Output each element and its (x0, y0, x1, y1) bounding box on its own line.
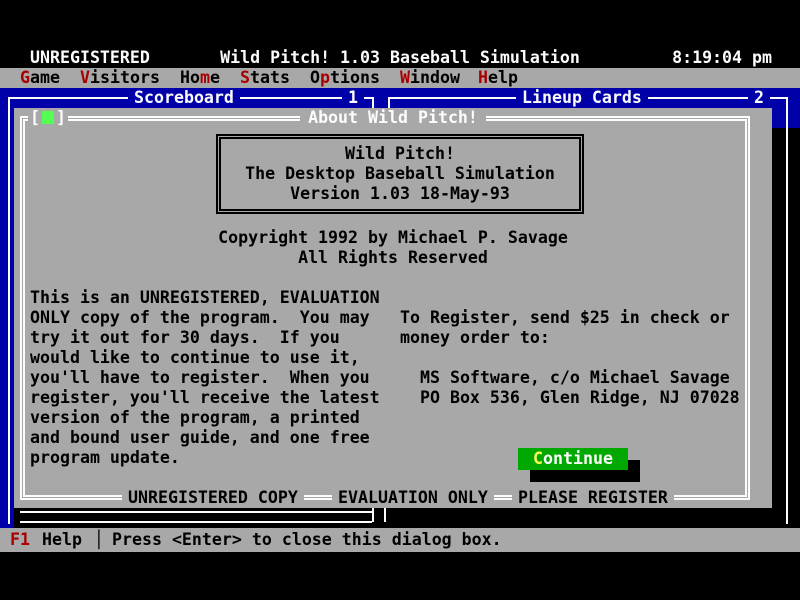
status-message: Press <Enter> to close this dialog box. (112, 528, 502, 552)
program-name: Wild Pitch! (221, 144, 579, 164)
dos-screen: UNREGISTERED Wild Pitch! 1.03 Baseball S… (0, 0, 800, 600)
window-scoreboard-titlebar[interactable]: Scoreboard 1 (8, 88, 374, 108)
footer-please-register: PLEASE REGISTER (512, 488, 674, 508)
window-number: 1 (342, 88, 364, 108)
window-left-border (8, 97, 10, 524)
status-separator: │ (94, 528, 104, 552)
fkey-help-shortcut[interactable]: F1 (10, 528, 30, 552)
menu-help[interactable]: Help (478, 68, 518, 88)
fkey-help-label[interactable]: Help (42, 528, 82, 552)
window-number: 2 (748, 88, 770, 108)
window-title: Lineup Cards (516, 88, 648, 108)
clock: 8:19:04 pm (672, 48, 772, 68)
rights-line: All Rights Reserved (14, 248, 772, 268)
copyright-block: Copyright 1992 by Michael P. Savage All … (14, 228, 772, 268)
menu-home[interactable]: Home (180, 68, 220, 88)
window-corner (388, 97, 390, 108)
window-bottom-border (20, 511, 372, 523)
dialog-footer-row: UNREGISTERED COPY EVALUATION ONLY PLEASE… (14, 488, 772, 508)
about-info-box: Wild Pitch! The Desktop Baseball Simulat… (216, 134, 584, 214)
menu-options[interactable]: Options (310, 68, 380, 88)
program-version: Version 1.03 18-May-93 (221, 184, 579, 204)
window-border-tick (372, 508, 374, 522)
menu-visitors[interactable]: Visitors (80, 68, 160, 88)
status-bar: F1 Help │ Press <Enter> to close this di… (0, 528, 800, 552)
menu-stats[interactable]: Stats (240, 68, 290, 88)
footer-evaluation-only: EVALUATION ONLY (332, 488, 494, 508)
continue-button[interactable]: Continue (518, 448, 628, 470)
window-right-border (786, 97, 788, 524)
register-instructions-text: To Register, send $25 in check or money … (400, 308, 740, 408)
dialog-title: About Wild Pitch! (300, 108, 486, 127)
footer-unregistered-copy: UNREGISTERED COPY (122, 488, 304, 508)
window-corner (372, 97, 374, 108)
about-dialog: [] About Wild Pitch! Wild Pitch! The Des… (14, 108, 772, 508)
copyright-line: Copyright 1992 by Michael P. Savage (14, 228, 772, 248)
program-tagline: The Desktop Baseball Simulation (221, 164, 579, 184)
window-lineup-cards-titlebar[interactable]: Lineup Cards 2 (388, 88, 788, 108)
window-border-tick (384, 508, 386, 522)
app-title-bar: UNREGISTERED Wild Pitch! 1.03 Baseball S… (0, 48, 800, 68)
menu-bar: Game Visitors Home Stats Options Window … (0, 68, 800, 88)
window-title: Scoreboard (128, 88, 240, 108)
menu-game[interactable]: Game (20, 68, 60, 88)
menu-window[interactable]: Window (400, 68, 460, 88)
dialog-title-row: About Wild Pitch! (14, 108, 772, 128)
evaluation-notice-text: This is an UNREGISTERED, EVALUATION ONLY… (30, 288, 380, 468)
